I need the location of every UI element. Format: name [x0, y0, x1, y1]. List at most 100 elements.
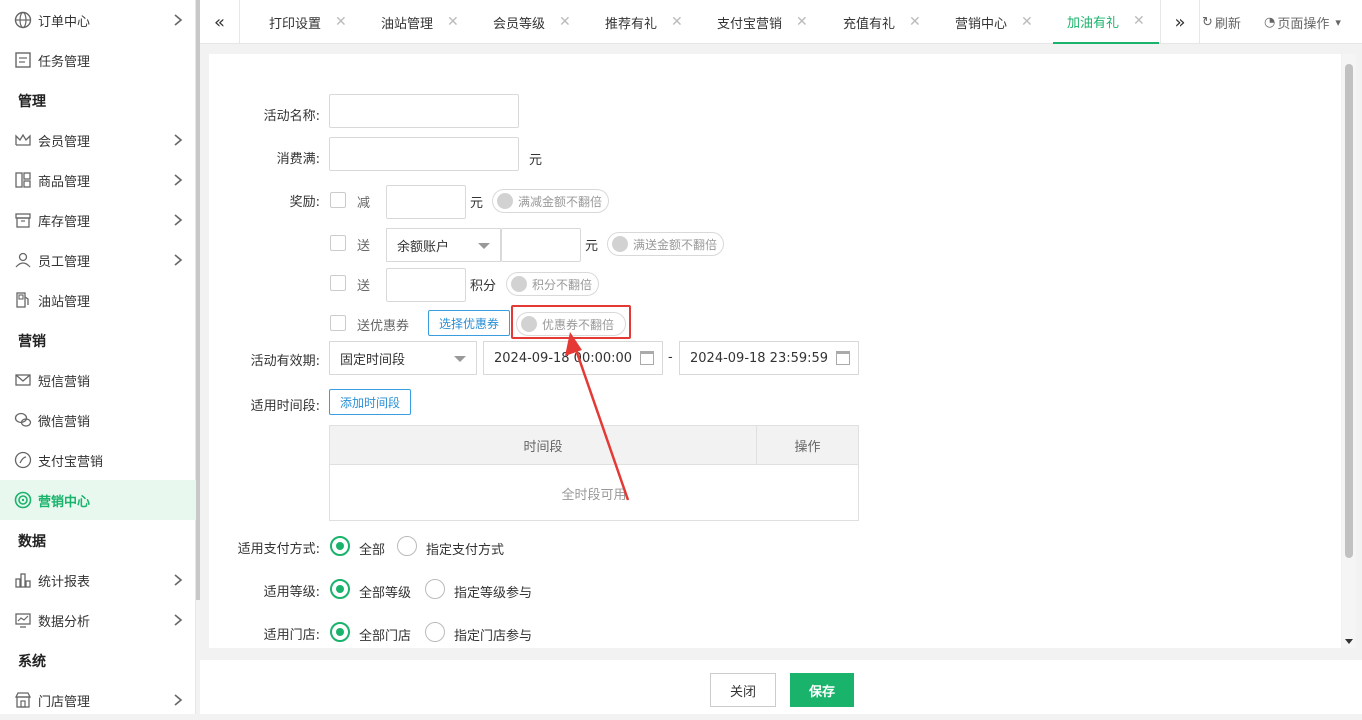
sidebar-item-sms-marketing[interactable]: 短信营销: [0, 360, 196, 400]
mail-icon: [14, 371, 32, 389]
sidebar-item-label: 微信营销: [38, 414, 91, 430]
globe-icon: [14, 11, 32, 29]
tabs-scroll-right-button[interactable]: »: [1160, 0, 1200, 44]
chevron-right-icon: [170, 212, 186, 228]
level-all-radio[interactable]: [330, 579, 350, 599]
column-header-ops: 操作: [794, 440, 821, 455]
chevron-right-icon: [170, 252, 186, 268]
points-no-multiply-toggle[interactable]: 积分不翻倍: [506, 272, 599, 296]
close-button[interactable]: 关闭: [710, 673, 776, 707]
store-all-radio[interactable]: [330, 622, 350, 642]
chevron-right-icon: [170, 572, 186, 588]
sidebar-item-tasks[interactable]: 任务管理: [0, 40, 196, 80]
page-operations-button[interactable]: ◔ 页面操作 ▾: [1264, 0, 1341, 44]
points-amount-input[interactable]: [386, 268, 466, 302]
chevron-right-icon: [170, 612, 186, 628]
tab-member-levels[interactable]: 会员等级 ✕: [493, 0, 571, 44]
tab-refuel-rewards[interactable]: 加油有礼 ✕: [1053, 0, 1159, 44]
reduce-checkbox[interactable]: [330, 192, 346, 208]
tab-print-settings[interactable]: 打印设置 ✕: [269, 0, 347, 44]
user-icon: [14, 251, 32, 269]
account-type-value: 余额账户: [397, 239, 450, 255]
give-balance-checkbox[interactable]: [330, 235, 346, 251]
close-icon[interactable]: ✕: [335, 14, 347, 30]
sidebar-item-analysis[interactable]: 数据分析: [0, 600, 196, 640]
dropdown-caret-icon: [478, 243, 490, 249]
sidebar-item-marketing-center[interactable]: 营销中心: [0, 480, 196, 520]
sidebar-item-wechat-marketing[interactable]: 微信营销: [0, 400, 196, 440]
account-type-select[interactable]: 余额账户: [386, 228, 501, 262]
reduce-no-multiply-toggle[interactable]: 满减金额不翻倍: [492, 189, 609, 213]
reduce-label: 减: [357, 196, 371, 211]
tab-marketing-center[interactable]: 营销中心 ✕: [955, 0, 1033, 44]
toggle-knob: [612, 236, 628, 252]
sidebar-item-label: 库存管理: [38, 214, 91, 230]
wechat-icon: [14, 411, 32, 429]
tab-station-management[interactable]: 油站管理 ✕: [381, 0, 459, 44]
close-icon[interactable]: ✕: [1021, 14, 1033, 30]
bar-chart-icon: [14, 571, 32, 589]
close-icon[interactable]: ✕: [796, 14, 808, 30]
validity-type-select[interactable]: 固定时间段: [329, 341, 477, 375]
date-range-separator: -: [668, 350, 673, 365]
level-label: 适用等级:: [263, 585, 320, 600]
tab-label: 会员等级: [493, 16, 546, 32]
activity-name-input[interactable]: [329, 94, 519, 128]
store-all-label: 全部门店: [359, 629, 412, 644]
close-icon[interactable]: ✕: [1133, 13, 1145, 29]
sidebar-item-label: 门店管理: [38, 694, 91, 710]
sidebar-item-goods[interactable]: 商品管理: [0, 160, 196, 200]
tab-alipay-marketing[interactable]: 支付宝营销 ✕: [717, 0, 808, 44]
sidebar-scrollbar[interactable]: [196, 0, 200, 600]
payment-specific-radio[interactable]: [397, 536, 417, 556]
sidebar-item-label: 订单中心: [38, 14, 91, 30]
select-coupon-button[interactable]: 选择优惠券: [428, 310, 510, 336]
content-scrollbar[interactable]: [1342, 54, 1356, 648]
sidebar-item-label: 支付宝营销: [38, 454, 104, 470]
refresh-button[interactable]: ↻ 刷新: [1202, 0, 1241, 44]
sidebar-item-members[interactable]: 会员管理: [0, 120, 196, 160]
tab-label: 支付宝营销: [717, 16, 783, 32]
level-specific-label: 指定等级参与: [454, 586, 533, 601]
give-points-checkbox[interactable]: [330, 275, 346, 291]
give-coupon-checkbox[interactable]: [330, 315, 346, 331]
page-operations-label: 页面操作: [1277, 16, 1330, 32]
sidebar-item-stores[interactable]: 门店管理: [0, 680, 196, 720]
tab-recharge-rewards[interactable]: 充值有礼 ✕: [843, 0, 921, 44]
chevron-down-icon: ▾: [1335, 15, 1341, 29]
close-icon[interactable]: ✕: [671, 14, 683, 30]
alipay-icon: [14, 451, 32, 469]
add-period-button[interactable]: 添加时间段: [329, 389, 411, 415]
close-icon[interactable]: ✕: [559, 14, 571, 30]
level-specific-radio[interactable]: [425, 579, 445, 599]
tabs-scroll-left-button[interactable]: «: [200, 0, 240, 44]
close-icon[interactable]: ✕: [447, 14, 459, 30]
reduce-amount-input[interactable]: [386, 185, 466, 219]
scrollbar-thumb[interactable]: [1345, 64, 1353, 558]
sidebar-item-inventory[interactable]: 库存管理: [0, 200, 196, 240]
payment-all-radio[interactable]: [330, 536, 350, 556]
calendar-icon: [836, 351, 850, 365]
refresh-icon: ↻: [1202, 14, 1213, 30]
validity-label: 活动有效期:: [250, 354, 320, 369]
sidebar-item-orders[interactable]: 订单中心: [0, 0, 196, 40]
store-specific-radio[interactable]: [425, 622, 445, 642]
yuan-unit: 元: [529, 153, 543, 168]
close-icon[interactable]: ✕: [909, 14, 921, 30]
give-no-multiply-toggle[interactable]: 满送金额不翻倍: [607, 232, 724, 256]
sidebar-item-stations[interactable]: 油站管理: [0, 280, 196, 320]
save-button[interactable]: 保存: [790, 673, 854, 707]
sidebar-item-reports[interactable]: 统计报表: [0, 560, 196, 600]
min-spend-input[interactable]: [329, 137, 519, 171]
points-unit: 积分: [470, 279, 497, 294]
give-amount-input[interactable]: [501, 228, 581, 262]
scroll-down-arrow[interactable]: [1345, 639, 1353, 644]
tab-label: 油站管理: [381, 16, 434, 32]
fuel-station-icon: [14, 291, 32, 309]
sidebar-section-system: 系统: [18, 654, 46, 670]
sidebar-item-alipay-marketing[interactable]: 支付宝营销: [0, 440, 196, 480]
tab-referral-rewards[interactable]: 推荐有礼 ✕: [605, 0, 683, 44]
give-coupon-label: 送优惠券: [357, 319, 410, 334]
sidebar-item-staff[interactable]: 员工管理: [0, 240, 196, 280]
end-date-input[interactable]: 2024-09-18 23:59:59: [679, 341, 859, 375]
